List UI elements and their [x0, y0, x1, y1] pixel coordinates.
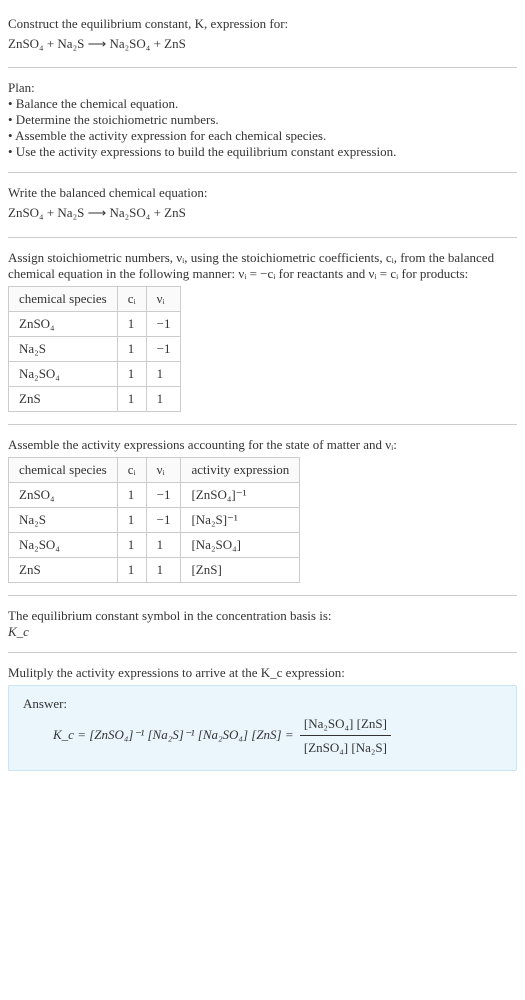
divider	[8, 237, 517, 238]
answer-box: Answer: K_c = [ZnSO₄]⁻¹ [Na₂S]⁻¹ [Na₂SO₄…	[8, 685, 517, 771]
answer-fraction: [Na₂SO₄] [ZnS] [ZnSO₄] [Na₂S]	[300, 712, 391, 760]
plan-heading: Plan:	[8, 80, 517, 96]
table-cell: Na₂S	[9, 507, 118, 532]
divider	[8, 67, 517, 68]
fraction-numerator: [Na₂SO₄] [ZnS]	[300, 712, 391, 736]
activity-table: chemical species cᵢ νᵢ activity expressi…	[8, 457, 300, 583]
table-cell: 1	[117, 532, 146, 557]
table-cell: −1	[146, 336, 181, 361]
table-cell: 1	[117, 557, 146, 582]
table-cell: 1	[117, 386, 146, 411]
table-cell: 1	[146, 557, 181, 582]
multiply-section: Mulitply the activity expressions to arr…	[8, 657, 517, 779]
title-line: Construct the equilibrium constant, K, e…	[8, 16, 517, 32]
table-cell: [Na₂SO₄]	[181, 532, 300, 557]
table-row: Na₂SO₄ 1 1 [Na₂SO₄]	[9, 532, 300, 557]
divider	[8, 595, 517, 596]
table-cell: [ZnS]	[181, 557, 300, 582]
table-row: chemical species cᵢ νᵢ activity expressi…	[9, 457, 300, 482]
table-cell: 1	[146, 532, 181, 557]
table-cell: ZnSO₄	[9, 482, 118, 507]
table-header: chemical species	[9, 457, 118, 482]
table-header: chemical species	[9, 286, 118, 311]
table-row: Na₂S 1 −1 [Na₂S]⁻¹	[9, 507, 300, 532]
answer-expression: K_c = [ZnSO₄]⁻¹ [Na₂S]⁻¹ [Na₂SO₄] [ZnS] …	[23, 712, 502, 760]
plan-item: • Determine the stoichiometric numbers.	[8, 112, 517, 128]
table-row: ZnSO₄ 1 −1	[9, 311, 181, 336]
table-cell: ZnS	[9, 386, 118, 411]
multiply-text: Mulitply the activity expressions to arr…	[8, 665, 517, 681]
table-cell: 1	[146, 361, 181, 386]
table-cell: 1	[146, 386, 181, 411]
assign-text: Assign stoichiometric numbers, νᵢ, using…	[8, 250, 517, 282]
table-cell: 1	[117, 311, 146, 336]
symbol-section: The equilibrium constant symbol in the c…	[8, 600, 517, 648]
table-row: ZnS 1 1	[9, 386, 181, 411]
assign-section: Assign stoichiometric numbers, νᵢ, using…	[8, 242, 517, 420]
title-text: Construct the equilibrium constant, K, e…	[8, 16, 288, 31]
table-cell: [Na₂S]⁻¹	[181, 507, 300, 532]
table-cell: Na₂S	[9, 336, 118, 361]
table-row: ZnS 1 1 [ZnS]	[9, 557, 300, 582]
divider	[8, 424, 517, 425]
balanced-heading: Write the balanced chemical equation:	[8, 185, 517, 201]
table-cell: Na₂SO₄	[9, 361, 118, 386]
table-cell: Na₂SO₄	[9, 532, 118, 557]
plan-item: • Assemble the activity expression for e…	[8, 128, 517, 144]
table-cell: 1	[117, 507, 146, 532]
title-section: Construct the equilibrium constant, K, e…	[8, 8, 517, 63]
divider	[8, 172, 517, 173]
table-header: activity expression	[181, 457, 300, 482]
table-cell: −1	[146, 507, 181, 532]
symbol-kc: K_c	[8, 624, 517, 640]
table-header: cᵢ	[117, 457, 146, 482]
plan-item: • Use the activity expressions to build …	[8, 144, 517, 160]
table-cell: −1	[146, 482, 181, 507]
table-row: Na₂S 1 −1	[9, 336, 181, 361]
answer-label: Answer:	[23, 696, 502, 712]
table-cell: ZnS	[9, 557, 118, 582]
plan-item: • Balance the chemical equation.	[8, 96, 517, 112]
title-equation: ZnSO₄ + Na₂S ⟶ Na₂SO₄ + ZnS	[8, 32, 517, 55]
table-cell: 1	[117, 336, 146, 361]
plan-section: Plan: • Balance the chemical equation. •…	[8, 72, 517, 168]
table-cell: 1	[117, 482, 146, 507]
table-header: νᵢ	[146, 286, 181, 311]
stoich-table: chemical species cᵢ νᵢ ZnSO₄ 1 −1 Na₂S 1…	[8, 286, 181, 412]
answer-lhs: K_c = [ZnSO₄]⁻¹ [Na₂S]⁻¹ [Na₂SO₄] [ZnS] …	[53, 727, 294, 742]
table-cell: 1	[117, 361, 146, 386]
table-row: Na₂SO₄ 1 1	[9, 361, 181, 386]
table-row: chemical species cᵢ νᵢ	[9, 286, 181, 311]
assemble-text: Assemble the activity expressions accoun…	[8, 437, 517, 453]
activity-section: Assemble the activity expressions accoun…	[8, 429, 517, 591]
divider	[8, 652, 517, 653]
table-cell: −1	[146, 311, 181, 336]
table-cell: ZnSO₄	[9, 311, 118, 336]
symbol-text: The equilibrium constant symbol in the c…	[8, 608, 517, 624]
table-header: νᵢ	[146, 457, 181, 482]
table-header: cᵢ	[117, 286, 146, 311]
balanced-equation: ZnSO₄ + Na₂S ⟶ Na₂SO₄ + ZnS	[8, 201, 517, 224]
table-row: ZnSO₄ 1 −1 [ZnSO₄]⁻¹	[9, 482, 300, 507]
fraction-denominator: [ZnSO₄] [Na₂S]	[300, 736, 391, 759]
table-cell: [ZnSO₄]⁻¹	[181, 482, 300, 507]
balanced-section: Write the balanced chemical equation: Zn…	[8, 177, 517, 232]
